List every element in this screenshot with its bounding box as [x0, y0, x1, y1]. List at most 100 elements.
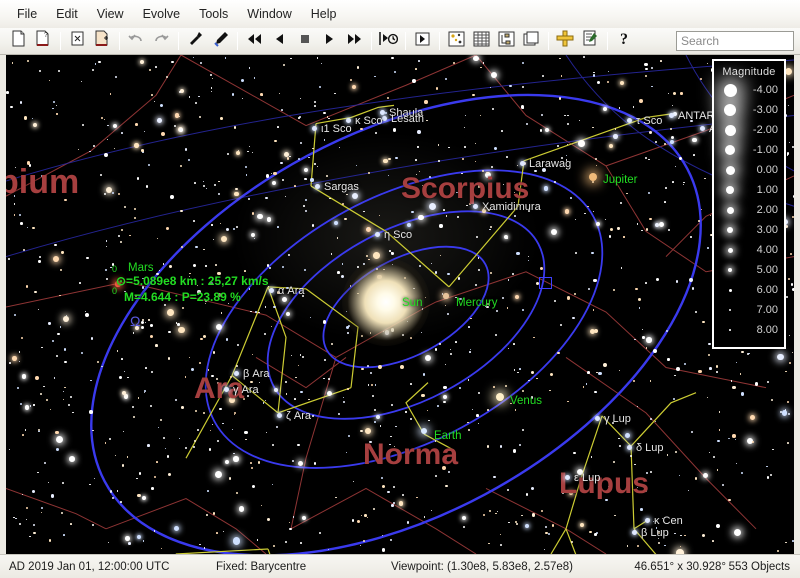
- menu-item-tools[interactable]: Tools: [190, 4, 237, 24]
- menu-item-file[interactable]: File: [8, 4, 46, 24]
- document-plus-icon: [94, 30, 111, 52]
- magnitude-value: 1.00: [756, 184, 778, 196]
- rewind-fast-button[interactable]: [243, 30, 266, 52]
- ruler-button[interactable]: [554, 30, 577, 52]
- magnitude-legend-row: 7.00: [717, 300, 781, 320]
- star-scatter-icon: [448, 31, 465, 52]
- step-back-button[interactable]: [268, 30, 291, 52]
- menu-item-evolve[interactable]: Evolve: [134, 4, 190, 24]
- magnitude-legend-row: -4.00: [717, 80, 781, 100]
- help-button[interactable]: ?: [613, 30, 636, 52]
- magnitude-legend-row: 5.00: [717, 260, 781, 280]
- magnitude-dot: [717, 145, 743, 155]
- magnitude-dot: [717, 186, 743, 194]
- magnitude-value: 0.00: [756, 164, 778, 176]
- toolbar-separator: [371, 32, 372, 50]
- play-button[interactable]: [318, 30, 341, 52]
- redo-arrow-icon: [153, 31, 170, 51]
- magnitude-legend-row: 1.00: [717, 180, 781, 200]
- magnitude-legend-row: 8.00: [717, 320, 781, 340]
- select-tool-button[interactable]: [184, 30, 207, 52]
- notepad-pencil-icon: [582, 30, 599, 52]
- stop-button[interactable]: [293, 30, 316, 52]
- undo-button[interactable]: [125, 30, 148, 52]
- set-time-button[interactable]: [377, 30, 400, 52]
- sky-chart-button[interactable]: [445, 30, 468, 52]
- yellow-ruler-icon: [556, 30, 575, 52]
- tree-view-button[interactable]: [495, 30, 518, 52]
- magnitude-dot: [717, 124, 743, 136]
- menu-item-window[interactable]: Window: [238, 4, 300, 24]
- menu-item-view[interactable]: View: [88, 4, 133, 24]
- left-triangle-icon: [273, 32, 286, 50]
- magnitude-value: 2.00: [756, 204, 778, 216]
- status-bar: AD 2019 Jan 01, 12:00:00 UTC Fixed: Bary…: [0, 554, 800, 578]
- magnitude-value: 3.00: [756, 224, 778, 236]
- magnitude-value: 6.00: [756, 284, 778, 296]
- status-reference: Fixed: Barycentre: [216, 560, 307, 573]
- forward-fast-button[interactable]: [343, 30, 366, 52]
- magnitude-value: 7.00: [756, 304, 778, 316]
- search-input[interactable]: Search: [676, 31, 794, 51]
- menu-bar: File Edit View Evolve Tools Window Help: [0, 0, 800, 28]
- magnitude-dot: [717, 288, 743, 292]
- magnitude-legend-row: 3.00: [717, 220, 781, 240]
- toolbar-separator: [548, 32, 549, 50]
- magnitude-value: 4.00: [756, 244, 778, 256]
- edit-properties-button[interactable]: [579, 30, 602, 52]
- magnitude-value: 5.00: [756, 264, 778, 276]
- animate-button[interactable]: [411, 30, 434, 52]
- right-triangle-icon: [323, 32, 336, 50]
- hierarchy-tree-icon: [498, 31, 515, 52]
- double-right-arrow-icon: [346, 32, 363, 50]
- toolbar: ?? Search: [0, 28, 800, 55]
- question-mark-icon: ?: [617, 30, 632, 52]
- application-window: File Edit View Evolve Tools Window Help ?? Sea…: [0, 0, 800, 578]
- tiled-windows-icon: [523, 31, 540, 52]
- double-left-arrow-icon: [246, 32, 263, 50]
- toolbar-separator: [439, 32, 440, 50]
- magnitude-legend-row: -3.00: [717, 100, 781, 120]
- magnitude-legend-title: Magnitude: [722, 66, 776, 78]
- grid-table-icon: [473, 31, 490, 52]
- sky-view[interactable]: piumScorpiusAraNormaLupusTriangulumShaul…: [0, 55, 800, 554]
- planet-disc[interactable]: [115, 281, 121, 287]
- magnitude-dot: [717, 268, 743, 272]
- toolbar-separator: [119, 32, 120, 50]
- magnitude-legend-row: -2.00: [717, 120, 781, 140]
- magnitude-dot: [717, 308, 743, 312]
- magnitude-value: -3.00: [752, 104, 778, 116]
- measure-tool-button[interactable]: [209, 30, 232, 52]
- status-date: AD 2019 Jan 01, 12:00:00 UTC: [9, 560, 170, 573]
- magnitude-dot: [717, 104, 743, 116]
- table-view-button[interactable]: [470, 30, 493, 52]
- status-object-count: 553 Objects: [728, 560, 790, 573]
- menu-item-help[interactable]: Help: [302, 4, 346, 24]
- magnitude-legend: Magnitude -4.00 -3.00 -2.00 -1.00 0.00 1.00 2.…: [712, 59, 786, 349]
- reference-lines: [6, 55, 794, 258]
- search-placeholder-text: Search: [681, 34, 720, 48]
- toolbar-separator: [237, 32, 238, 50]
- play-clock-icon: [379, 30, 399, 52]
- magnitude-value: 8.00: [756, 324, 778, 336]
- add-document-button[interactable]: [91, 30, 114, 52]
- pen-ruler-icon: [212, 30, 229, 52]
- selection-marker[interactable]: [539, 277, 552, 289]
- redo-button[interactable]: [150, 30, 173, 52]
- tile-windows-button[interactable]: [520, 30, 543, 52]
- toolbar-separator: [178, 32, 179, 50]
- sky-canvas[interactable]: piumScorpiusAraNormaLupusTriangulumShaul…: [6, 55, 794, 554]
- magnitude-legend-row: -1.00: [717, 140, 781, 160]
- magnitude-value: -1.00: [752, 144, 778, 156]
- new-file-button[interactable]: [7, 30, 30, 52]
- magnitude-dot: [717, 247, 743, 253]
- menu-item-edit[interactable]: Edit: [47, 4, 87, 24]
- document-question-icon: ?: [35, 30, 52, 52]
- planet-disc[interactable]: [342, 258, 430, 346]
- close-document-button[interactable]: [66, 30, 89, 52]
- magnitude-dot: [717, 227, 743, 233]
- status-viewpoint: Viewpoint: (1.30e8, 5.83e8, 2.57e8): [391, 560, 574, 573]
- status-fov: 46.651° x 30.928°: [634, 560, 726, 573]
- planet-disc[interactable]: [443, 293, 449, 299]
- open-script-button[interactable]: ?: [32, 30, 55, 52]
